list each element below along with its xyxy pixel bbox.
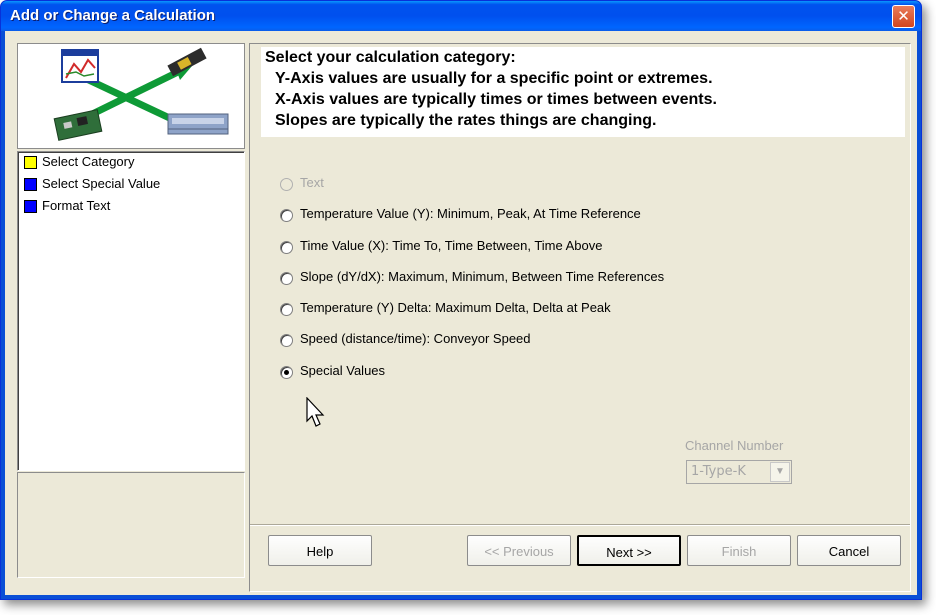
step-format-text: Format Text [18, 196, 244, 218]
instructions-line: Slopes are typically the rates things ar… [275, 112, 657, 129]
finish-button[interactable]: Finish [687, 535, 791, 566]
instructions-box: Select your calculation category: Y-Axis… [261, 47, 905, 137]
step-status-icon [24, 200, 37, 213]
dialog-client-area: Select Category Select Special Value For… [5, 31, 917, 595]
title-bar[interactable]: Add or Change a Calculation ✕ [1, 1, 921, 31]
radio-button[interactable] [280, 334, 293, 348]
mouse-pointer-icon [306, 397, 325, 427]
radio-label: Temperature (Y) Delta: Maximum Delta, De… [300, 300, 611, 316]
step-status-icon [24, 156, 37, 169]
step-label: Format Text [42, 198, 111, 213]
radio-label: Temperature Value (Y): Minimum, Peak, At… [300, 206, 641, 222]
step-status-icon [24, 178, 37, 191]
window-title: Add or Change a Calculation [10, 7, 216, 24]
dialog-window: Add or Change a Calculation ✕ Select Cat… [0, 0, 922, 600]
instructions-title: Select your calculation category: [265, 49, 516, 66]
close-icon: ✕ [897, 7, 910, 25]
radio-button[interactable] [280, 271, 293, 285]
channel-number-label: Channel Number [685, 438, 784, 453]
radio-button[interactable] [280, 209, 293, 223]
left-blank-panel [17, 472, 245, 578]
step-label: Select Category [42, 154, 135, 169]
wizard-logo [17, 43, 245, 149]
step-label: Select Special Value [42, 176, 161, 191]
channel-number-value: 1-Type-K [691, 464, 746, 479]
radio-label: Speed (distance/time): Conveyor Speed [300, 331, 531, 347]
previous-button[interactable]: << Previous [467, 535, 571, 566]
next-button[interactable]: Next >> [577, 535, 681, 566]
cancel-button[interactable]: Cancel [797, 535, 901, 566]
step-select-category: Select Category [18, 152, 244, 174]
instructions-line: X-Axis values are typically times or tim… [275, 91, 717, 108]
datalogger-illustration-icon [53, 47, 229, 141]
step-select-special-value: Select Special Value [18, 174, 244, 196]
radio-label: Special Values [300, 362, 386, 378]
radio-label: Slope (dY/dX): Maximum, Minimum, Between… [300, 268, 665, 284]
close-button[interactable]: ✕ [892, 5, 915, 28]
radio-label: Time Value (X): Time To, Time Between, T… [300, 237, 603, 253]
button-separator [250, 524, 910, 526]
channel-number-select[interactable]: 1-Type-K ▼ [686, 460, 792, 484]
radio-button[interactable] [280, 178, 293, 191]
radio-button[interactable] [280, 240, 293, 254]
instructions-line: Y-Axis values are usually for a specific… [275, 70, 713, 87]
radio-label: Text [300, 175, 324, 190]
chevron-down-icon[interactable]: ▼ [770, 462, 790, 482]
radio-button[interactable] [280, 365, 293, 379]
category-panel: Select your calculation category: Y-Axis… [249, 43, 911, 592]
help-button[interactable]: Help [268, 535, 372, 566]
radio-button[interactable] [280, 303, 293, 317]
wizard-steps-list: Select Category Select Special Value For… [17, 151, 245, 471]
